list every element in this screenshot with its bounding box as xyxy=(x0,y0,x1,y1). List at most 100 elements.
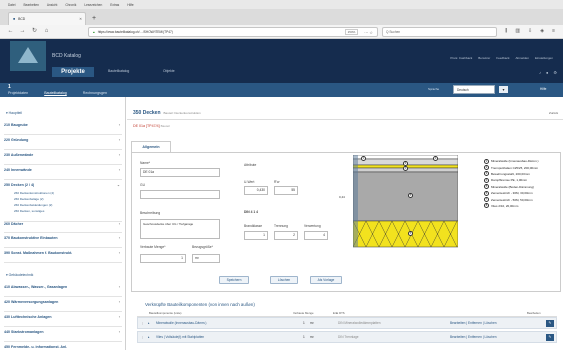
row-label[interactable]: Vlies | Vollsäule(t) mit Stahlplatten xyxy=(156,335,204,339)
table-row[interactable]: ⋮ ▸ Mineralwolle (Innenausbau-Dämm.) 1 m… xyxy=(137,317,557,329)
sidebar-icon[interactable]: ▥ xyxy=(515,28,520,34)
recycling-field[interactable]: 4 xyxy=(304,231,328,240)
back-icon[interactable]: ← xyxy=(6,27,15,36)
sidebar-section-main[interactable]: ▾ Hauptteil xyxy=(6,111,22,115)
drag-handle-icon[interactable]: ⋮ xyxy=(141,335,144,339)
description-field[interactable]: Geschossdecke über UG / Tiefgarage xyxy=(140,219,220,239)
copy-template-button[interactable]: Als Vorlage xyxy=(310,276,342,284)
sidebar-item-240[interactable]: 240 Innenwände ‹ xyxy=(4,168,122,180)
extension-icon[interactable]: ◈ xyxy=(540,28,544,34)
edit-icon[interactable]: ✎ xyxy=(546,320,554,327)
sidebar-section-technik[interactable]: ▾ Gebäudetechnik xyxy=(6,273,33,277)
header-link-feedback[interactable]: Feedback xyxy=(496,56,509,60)
sidebar-item-410[interactable]: 410 Abwasser-, Wasser-, Gasanlagen ‹ xyxy=(4,285,122,297)
header-link-cashback[interactable]: Preis: Cashback xyxy=(450,56,472,60)
gu-field[interactable] xyxy=(140,190,220,199)
column-header: Bauteilkomponente (Liste) xyxy=(149,311,182,315)
zoom-level[interactable]: 150% xyxy=(344,29,359,35)
reload-icon[interactable]: ↻ xyxy=(30,27,39,36)
subnav-component-catalog[interactable]: Bauteilkatalog xyxy=(44,91,67,95)
sidebar-item-250[interactable]: 250 Decken (2 / 4) ⌄ xyxy=(4,183,122,191)
close-tab-icon[interactable]: ✕ xyxy=(79,17,82,21)
fire-class-field[interactable]: 1 xyxy=(244,231,268,240)
url-text: https://www.bauteilkatalog.ch/…/SHOW/ITE… xyxy=(97,30,173,34)
menu-item-history[interactable]: Chronik xyxy=(65,3,76,7)
tab-projects[interactable]: Projekte xyxy=(52,67,94,77)
table-row[interactable]: ⋮ ▸ Vlies | Vollsäule(t) mit Stahlplatte… xyxy=(137,331,557,343)
url-bar[interactable]: 🔒︎ https://www.bauteilkatalog.ch/…/SHOW/… xyxy=(88,27,378,37)
forward-icon[interactable]: → xyxy=(18,27,27,36)
row-label[interactable]: Mineralwolle (Innenausbau-Dämm.) xyxy=(156,321,207,325)
library-icon[interactable]: ⫼ xyxy=(505,28,507,34)
sidebar-item-430[interactable]: 430 Lufttechnische Anlagen ‹ xyxy=(4,315,122,327)
element-heading: DE 01a [TP47/4] Bauteil xyxy=(133,124,170,128)
sidebar-item-440[interactable]: 440 Starkstromanlagen ‹ xyxy=(4,330,122,342)
expand-icon[interactable]: ▸ xyxy=(148,321,150,325)
hamburger-menu-icon[interactable]: ≡ xyxy=(552,28,555,34)
language-select[interactable]: Deutsch xyxy=(453,85,495,94)
menu-item-help[interactable]: Hilfe xyxy=(127,3,133,7)
row-ref: DIN Mineralwolledämmplatten xyxy=(338,321,381,325)
sidebar-item-420[interactable]: 420 Wärmeversorgungsanlagen ‹ xyxy=(4,300,122,312)
bell-icon[interactable]: ♪ xyxy=(539,70,541,75)
row-qty: 1 xyxy=(303,335,305,339)
search-input[interactable]: Q Suchen xyxy=(382,27,497,37)
page-actions-icon[interactable]: ⋯ ☆ xyxy=(364,30,373,35)
drag-handle-icon[interactable]: ⋮ xyxy=(141,321,144,325)
legend-number: 6 xyxy=(484,190,489,196)
delete-button[interactable]: Löschen xyxy=(270,276,298,284)
save-button[interactable]: Speichern xyxy=(219,276,249,284)
settings-icon[interactable]: ⚙ xyxy=(553,70,557,75)
recycling-label: Verwertung xyxy=(304,224,321,228)
subnav-project-data[interactable]: Projektdaten xyxy=(8,91,28,95)
download-icon[interactable]: ⇩ xyxy=(528,28,532,34)
help-link[interactable]: Hilfe xyxy=(540,87,546,91)
subnav-billing[interactable]: Rechnungsgen xyxy=(83,91,107,95)
header-link-user[interactable]: Benutzer xyxy=(478,56,490,60)
header-link-logout[interactable]: Abmelden xyxy=(515,56,529,60)
sidebar-subitem[interactable]: 260 Deckenbeläge (2) xyxy=(14,197,44,201)
menu-item-edit[interactable]: Bearbeiten xyxy=(23,3,38,7)
sidebar-item-260[interactable]: 260 Dächer ‹ xyxy=(4,221,122,233)
menu-item-tools[interactable]: Extras xyxy=(110,3,119,7)
sidebar-item-450[interactable]: 450 Fernmelde- u. informationst. Anl. xyxy=(4,345,122,350)
edit-icon[interactable]: ✎ xyxy=(546,334,554,341)
new-tab-icon[interactable]: + xyxy=(90,15,98,23)
nav-link-catalog[interactable]: Bauteilkatalog xyxy=(108,69,129,73)
chevron-left-icon: ‹ xyxy=(118,123,120,127)
uvalue-field[interactable]: 0,430 xyxy=(244,186,268,195)
sidebar-subitem[interactable]: 260 Decken, sonstiges xyxy=(14,209,44,213)
sidebar-item-210[interactable]: 210 Baugrube ‹ xyxy=(4,123,122,135)
name-field[interactable]: DE 01a xyxy=(140,168,220,177)
sidebar-item-390[interactable]: 390 Sonst. Maßnahmen f. Baukonstrukt. ‹ xyxy=(4,251,122,263)
browser-tab[interactable]: ■ BCD ✕ xyxy=(8,12,86,25)
rw-field[interactable]: 55 xyxy=(274,186,298,195)
menu-item-bookmarks[interactable]: Lesezeichen xyxy=(84,3,102,7)
layer-top xyxy=(352,154,459,160)
reference-size-select[interactable]: m² xyxy=(192,254,220,263)
nav-link-objects[interactable]: Objekte xyxy=(163,69,175,73)
sidebar-subitem[interactable]: 260 Deckenbekleidungen (2) xyxy=(14,203,52,207)
sidebar-item-220[interactable]: 220 Gründung ‹ xyxy=(4,138,122,150)
expand-icon[interactable]: ▸ xyxy=(148,335,150,339)
sidebar-item-230[interactable]: 230 Außenwände ‹ xyxy=(4,153,122,165)
app-logo[interactable] xyxy=(10,41,46,71)
tab-general[interactable]: Allgemein xyxy=(131,141,171,152)
header-link-settings[interactable]: Einstellungen xyxy=(535,56,553,60)
menu-item-file[interactable]: Datei xyxy=(8,3,15,7)
tab-title: BCD xyxy=(18,17,26,21)
user-icon[interactable]: ● xyxy=(546,70,548,75)
sidebar-item-370[interactable]: 370 Baukonstruktive Einbauten ‹ xyxy=(4,236,122,248)
legend-number: 5 xyxy=(484,184,489,190)
menu-item-view[interactable]: Ansicht xyxy=(47,3,57,7)
sidebar-item-label: 210 Baugrube xyxy=(4,123,28,127)
chevron-down-icon[interactable]: ▾ xyxy=(499,86,508,93)
row-actions[interactable]: Bearbeiten | Entfernen | Löschen xyxy=(450,335,497,339)
separation-field[interactable]: 2 xyxy=(274,231,298,240)
row-actions[interactable]: Bearbeiten | Entfernen | Löschen xyxy=(450,321,497,325)
quantity-field[interactable]: 1 xyxy=(140,254,186,263)
home-icon[interactable]: ⌂ xyxy=(42,27,51,36)
legend-label: Bewehrungsstahl, 200,00mm xyxy=(491,171,530,176)
back-link[interactable]: Zurück xyxy=(549,111,558,115)
sidebar-subitem[interactable]: 260 Deckenkonstruktionen (4) xyxy=(14,191,54,195)
